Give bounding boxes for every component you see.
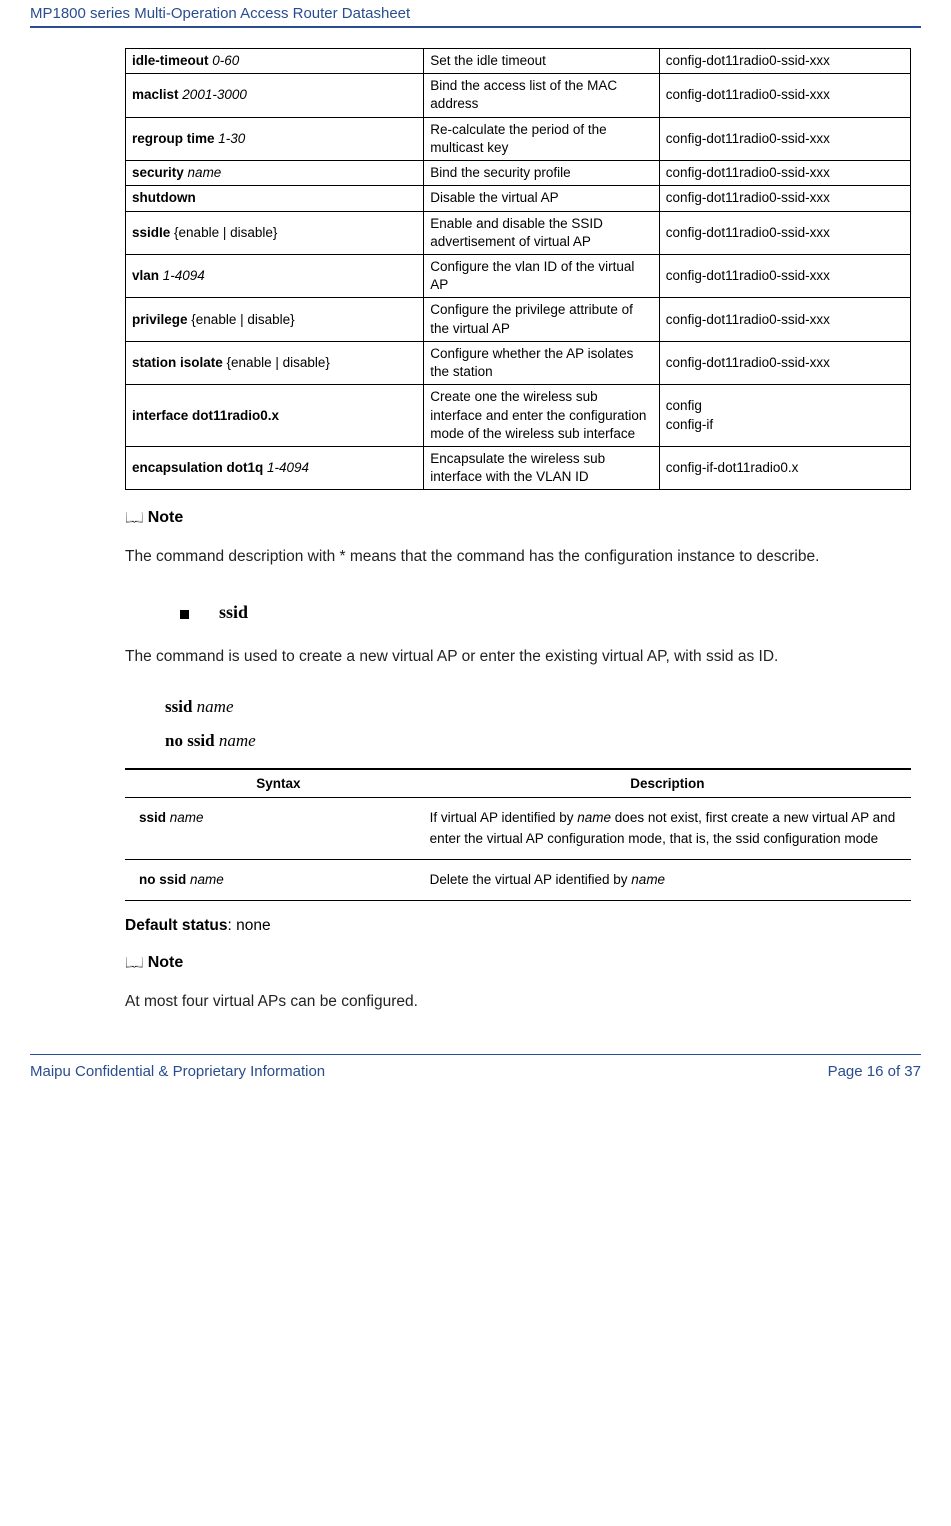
table-row: privilege {enable | disable}Configure th… xyxy=(126,298,911,341)
syntax-col-header: Syntax xyxy=(125,769,424,798)
table-row: regroup time 1-30Re-calculate the period… xyxy=(126,117,911,160)
table-row: shutdownDisable the virtual APconfig-dot… xyxy=(126,186,911,211)
syntax-forms: ssid name no ssid name xyxy=(165,690,911,758)
table-row: vlan 1-4094Configure the vlan ID of the … xyxy=(126,254,911,297)
book-icon xyxy=(125,954,148,971)
table-row: no ssid nameDelete the virtual AP identi… xyxy=(125,859,911,900)
note-heading-1: Note xyxy=(125,508,911,527)
table-row: security nameBind the security profileco… xyxy=(126,161,911,186)
square-bullet-icon xyxy=(180,610,189,619)
section-heading-ssid: ssid xyxy=(180,602,911,623)
description-col-header: Description xyxy=(424,769,911,798)
section-desc: The command is used to create a new virt… xyxy=(125,641,911,672)
syntax-table: Syntax Description ssid nameIf virtual A… xyxy=(125,768,911,901)
footer-left: Maipu Confidential & Proprietary Informa… xyxy=(30,1063,325,1080)
table-row: station isolate {enable | disable}Config… xyxy=(126,341,911,384)
table-row: interface dot11radio0.xCreate one the wi… xyxy=(126,385,911,447)
table-row: encapsulation dot1q 1-4094Encapsulate th… xyxy=(126,446,911,489)
default-status: Default status: none xyxy=(125,917,911,935)
header-rule xyxy=(30,26,921,28)
note-body-1: The command description with * means tha… xyxy=(125,541,911,572)
footer-right: Page 16 of 37 xyxy=(828,1063,921,1080)
book-icon xyxy=(125,509,148,526)
doc-header: MP1800 series Multi-Operation Access Rou… xyxy=(30,5,921,22)
table-row: ssid nameIf virtual AP identified by nam… xyxy=(125,798,911,860)
note-body-2: At most four virtual APs can be configur… xyxy=(125,986,911,1017)
command-table: idle-timeout 0-60Set the idle timeoutcon… xyxy=(125,48,911,490)
table-row: ssidIe {enable | disable}Enable and disa… xyxy=(126,211,911,254)
page-footer: Maipu Confidential & Proprietary Informa… xyxy=(0,1055,951,1090)
table-row: maclist 2001-3000Bind the access list of… xyxy=(126,74,911,117)
note-heading-2: Note xyxy=(125,953,911,972)
table-row: idle-timeout 0-60Set the idle timeoutcon… xyxy=(126,49,911,74)
